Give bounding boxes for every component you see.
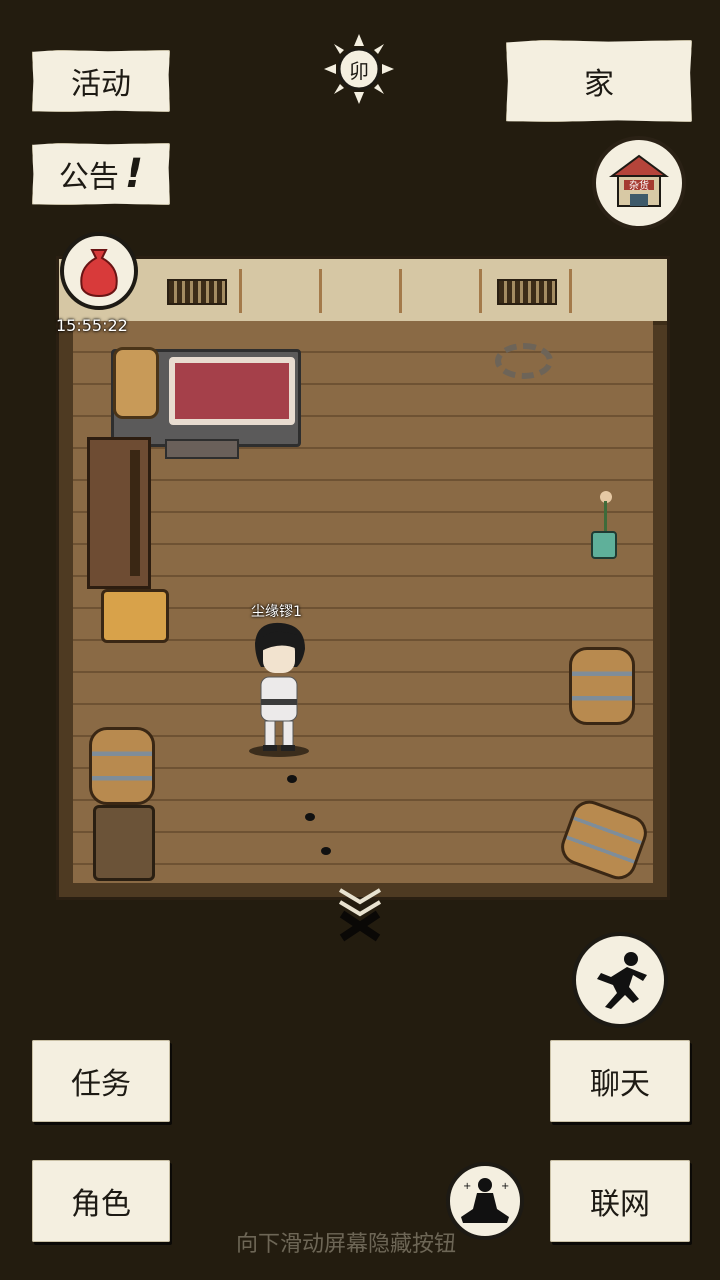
quest-button[interactable]: 任务 bbox=[32, 1040, 170, 1122]
time-glyph: 卯 bbox=[349, 58, 369, 83]
rope-coil[interactable] bbox=[495, 343, 553, 379]
barrel[interactable] bbox=[89, 727, 155, 805]
sun-icon: 卯 bbox=[324, 34, 394, 104]
character-label: 角色 bbox=[71, 1187, 131, 1222]
bed-blanket bbox=[169, 357, 295, 425]
wall-vent bbox=[167, 279, 227, 305]
gift-timer: 15:55:22 bbox=[56, 316, 128, 335]
gift-bag-icon[interactable] bbox=[60, 232, 138, 310]
room-wall bbox=[59, 259, 667, 325]
bed-step bbox=[165, 439, 239, 459]
home-label: 家 bbox=[584, 67, 614, 102]
notice-label: 公告 bbox=[58, 160, 119, 195]
meditate-icon[interactable]: + + bbox=[446, 1162, 524, 1240]
svg-text:+: + bbox=[463, 1181, 471, 1192]
shop-icon[interactable]: 杂货 bbox=[592, 136, 686, 230]
character-button[interactable]: 角色 bbox=[32, 1160, 170, 1242]
treasure-chest[interactable] bbox=[101, 589, 169, 643]
chat-label: 聊天 bbox=[590, 1067, 650, 1102]
quest-label: 任务 bbox=[71, 1067, 131, 1102]
run-icon[interactable] bbox=[572, 932, 668, 1028]
barrel[interactable] bbox=[569, 647, 635, 725]
bookshelf[interactable] bbox=[87, 437, 151, 589]
game-room[interactable]: 尘缘镠1 bbox=[56, 256, 670, 900]
notice-button[interactable]: 公告 ! bbox=[32, 143, 170, 205]
wooden-chest[interactable] bbox=[93, 805, 155, 881]
home-button[interactable]: 家 bbox=[506, 40, 692, 122]
notice-alert-icon: ! bbox=[124, 151, 144, 197]
shop-label: 杂货 bbox=[629, 181, 649, 192]
bed-pillow bbox=[113, 347, 159, 419]
network-button[interactable]: 联网 bbox=[550, 1160, 690, 1242]
network-label: 联网 bbox=[590, 1187, 650, 1222]
activity-button[interactable]: 活动 bbox=[32, 50, 170, 112]
potted-plant[interactable] bbox=[585, 491, 621, 559]
chat-button[interactable]: 聊天 bbox=[550, 1040, 690, 1122]
wall-vent bbox=[497, 279, 557, 305]
player-character[interactable] bbox=[247, 621, 311, 757]
hide-buttons-hint: 向下滑动屏幕隐藏按钮 bbox=[236, 1232, 457, 1257]
player-name-label: 尘缘镠1 bbox=[251, 604, 302, 620]
svg-text:+: + bbox=[501, 1181, 509, 1192]
activity-label: 活动 bbox=[71, 67, 131, 102]
chevron-down-icon[interactable] bbox=[334, 882, 386, 942]
